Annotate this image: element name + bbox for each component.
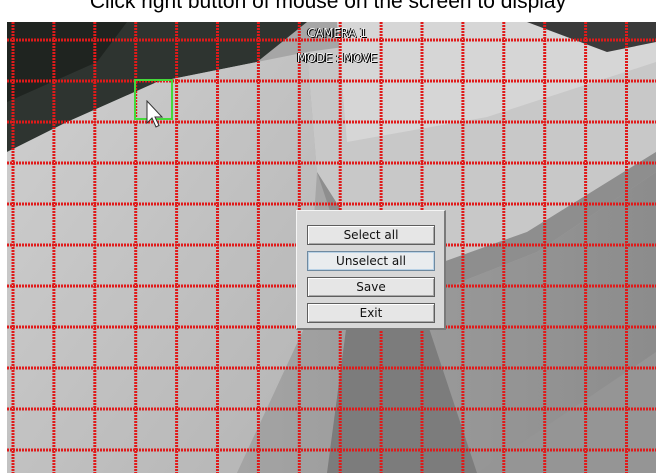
camera-view[interactable]: CAMERA 1 MODE : MOVE Select all Unselect…	[7, 22, 656, 473]
unselect-all-button[interactable]: Unselect all	[307, 251, 435, 271]
instruction-text: Click right button of mouse on the scree…	[89, 0, 567, 13]
select-all-button[interactable]: Select all	[307, 225, 435, 245]
context-menu: Select all Unselect all Save Exit	[296, 210, 446, 330]
camera-label: CAMERA 1	[307, 26, 367, 40]
exit-button[interactable]: Exit	[307, 303, 435, 323]
save-button[interactable]: Save	[307, 277, 435, 297]
mouse-pointer-icon	[146, 100, 164, 128]
instruction-header: Click right button of mouse on the scree…	[0, 0, 656, 22]
mode-label: MODE : MOVE	[296, 51, 378, 65]
